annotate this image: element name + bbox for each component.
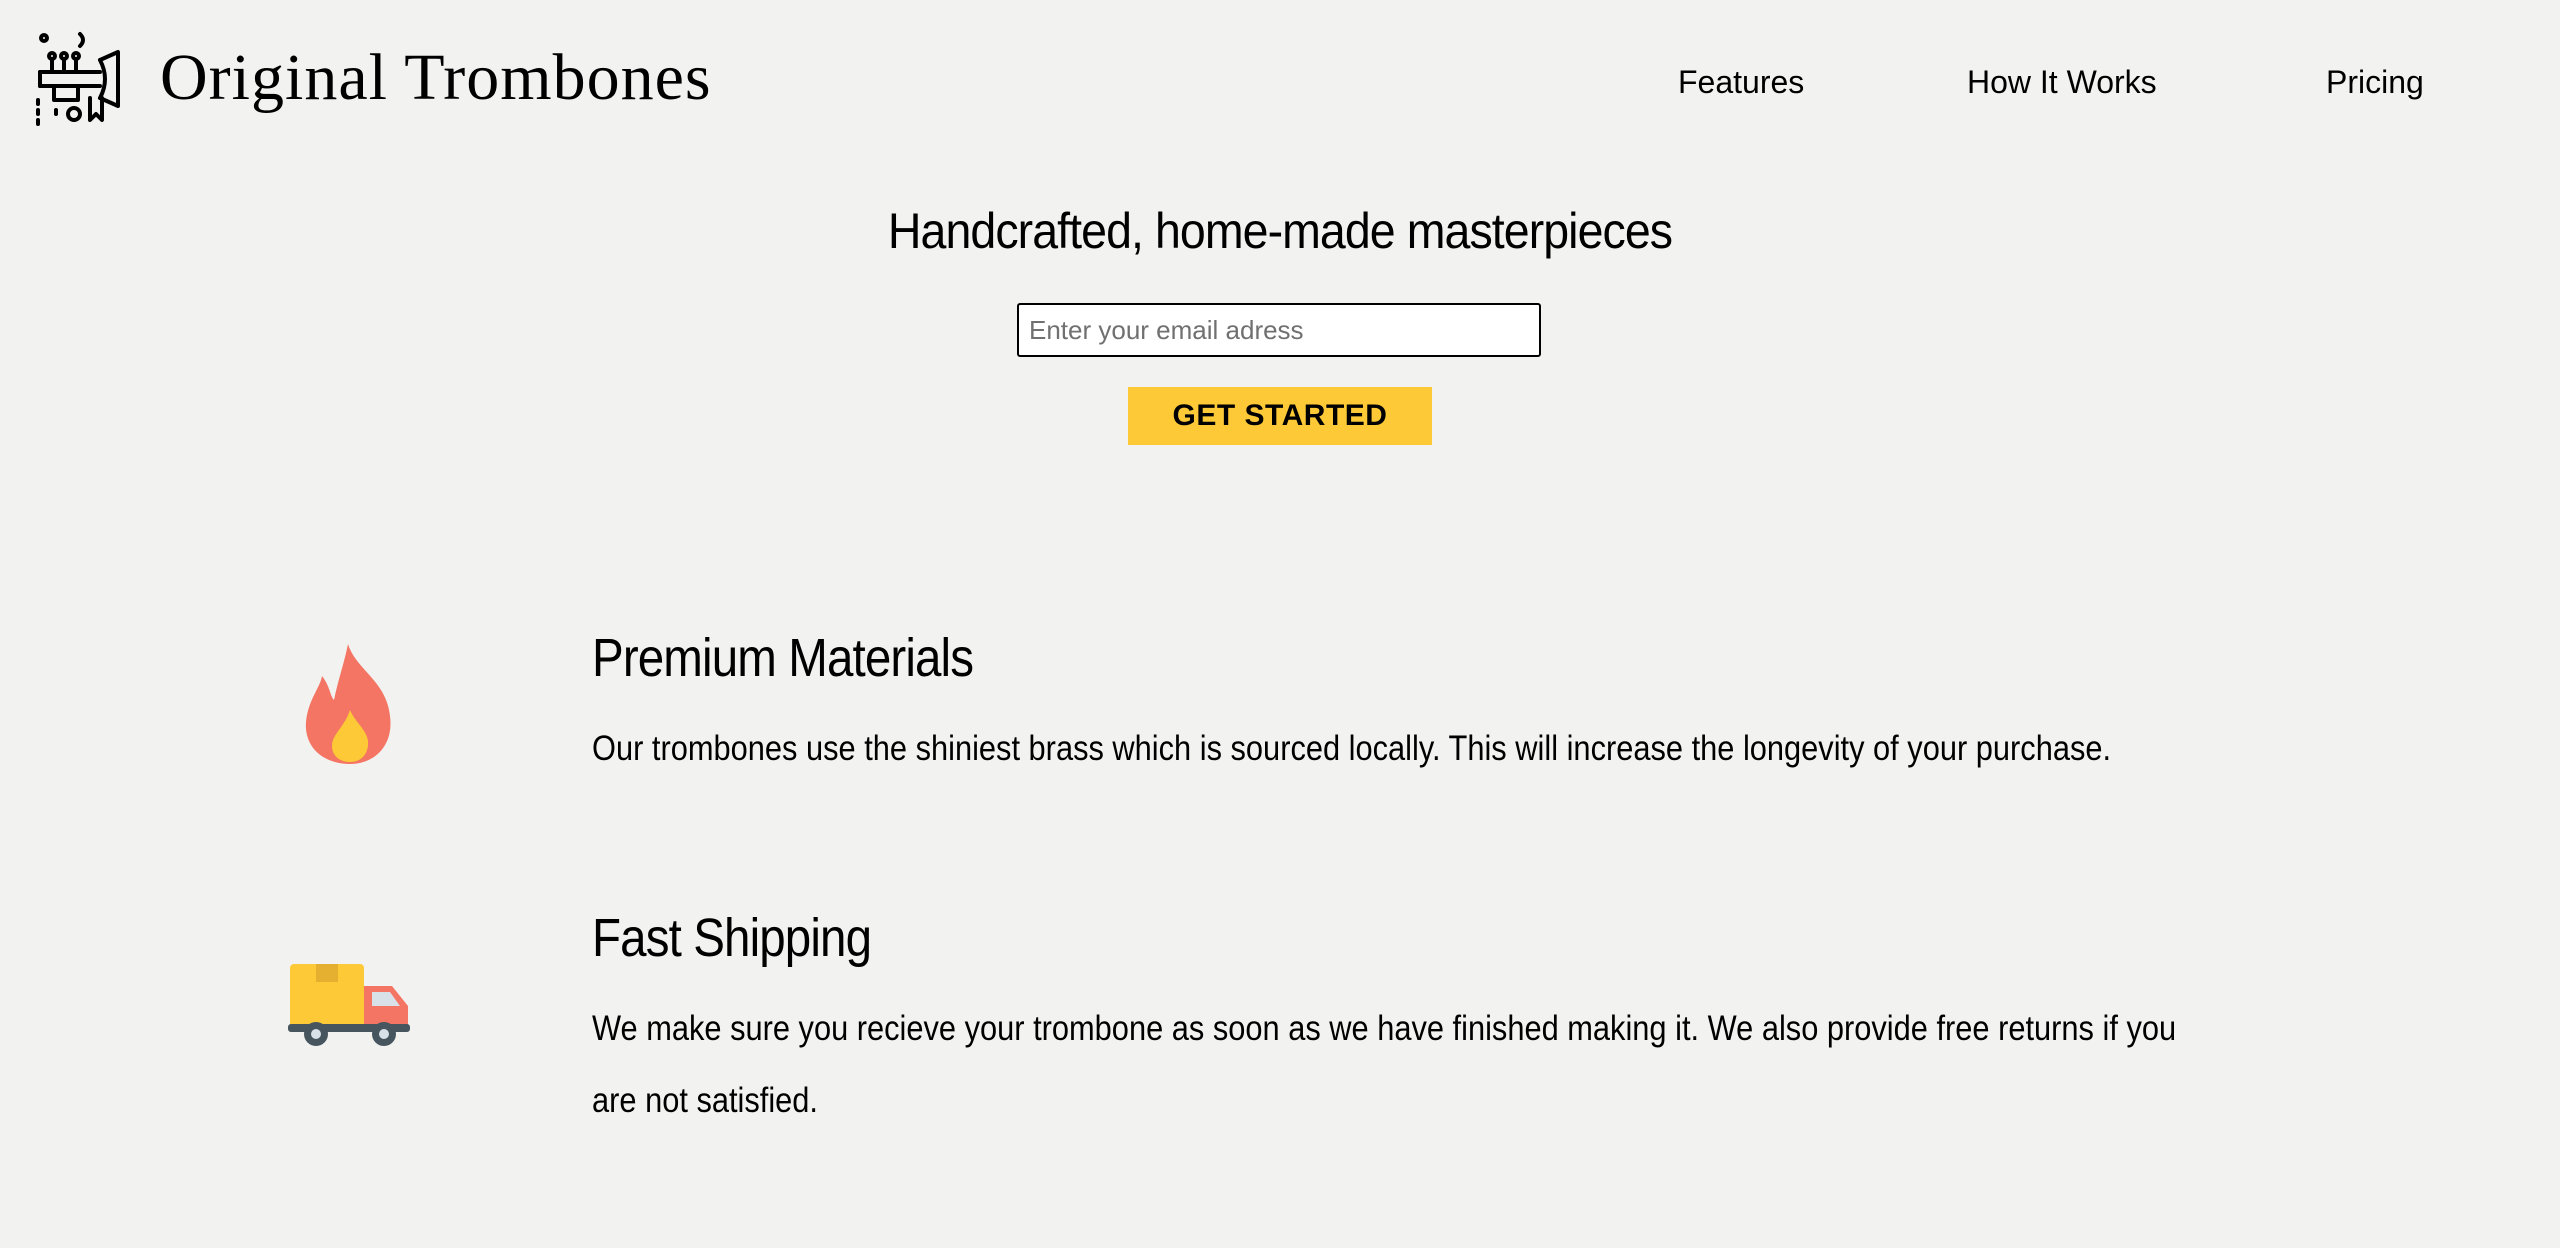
feature-title: Premium Materials	[592, 628, 974, 688]
fire-icon	[286, 640, 416, 770]
feature-title: Fast Shipping	[592, 908, 872, 968]
nav-link-pricing[interactable]: Pricing	[2326, 62, 2424, 102]
feature-description: Our trombones use the shiniest brass whi…	[592, 729, 2112, 768]
trombone-logo-icon[interactable]	[30, 30, 130, 130]
site-header: Original Trombones Features How It Works…	[0, 0, 2560, 160]
email-input[interactable]	[1017, 303, 1541, 357]
delivery-truck-icon	[286, 952, 416, 1052]
hero-title: Handcrafted, home-made masterpieces	[887, 203, 1673, 259]
nav-link-features[interactable]: Features	[1678, 62, 1804, 102]
brand-name: Original Trombones	[160, 41, 712, 114]
nav-link-how-it-works[interactable]: How It Works	[1967, 62, 2157, 102]
get-started-button[interactable]: GET STARTED	[1128, 387, 1432, 445]
feature-description: We make sure you recieve your trombone a…	[592, 1009, 2177, 1120]
